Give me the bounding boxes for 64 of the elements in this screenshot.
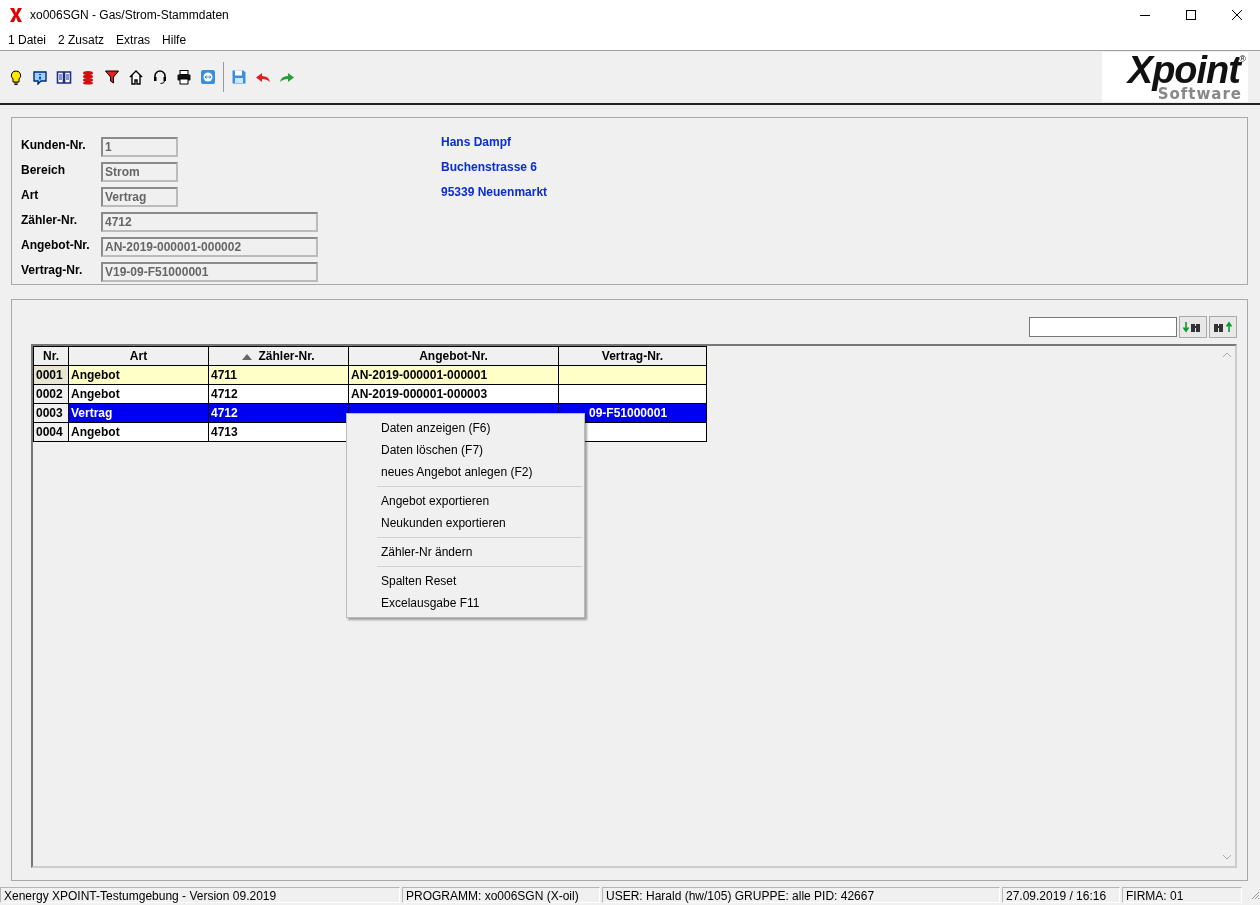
- text-field[interactable]: Strom: [101, 162, 178, 183]
- x-logo-icon: [9, 7, 23, 23]
- table-row[interactable]: 0002 Angebot 4712 AN-2019-000001-000003: [33, 384, 707, 404]
- maximize-icon: [1186, 10, 1196, 20]
- resize-grip-icon: [1250, 890, 1260, 900]
- menu-item[interactable]: neues Angebot anlegen (F2): [347, 461, 584, 483]
- menu-item[interactable]: Angebot exportieren: [347, 490, 584, 512]
- column-header[interactable]: Nr.: [33, 346, 69, 366]
- address-line: 95339 Neuenmarkt: [441, 185, 548, 201]
- table-cell: 09-F51000001: [589, 406, 668, 420]
- table-cell: AN-2019-000001-000001: [351, 368, 488, 382]
- table-cell: 4712: [211, 406, 238, 420]
- column-header[interactable]: Art: [68, 346, 209, 366]
- row-number: 0002: [36, 387, 63, 401]
- table-cell: Vertrag: [71, 406, 113, 420]
- search-field[interactable]: [1029, 317, 1177, 337]
- field-label: Zähler-Nr.: [21, 212, 78, 227]
- menu-item[interactable]: Zähler-Nr ändern: [347, 541, 584, 563]
- column-header[interactable]: Angebot-Nr.: [348, 346, 559, 366]
- status-text: FIRMA: 01: [1122, 887, 1242, 903]
- row-number: 0001: [36, 368, 63, 382]
- address-line: Hans Dampf: [441, 135, 512, 151]
- text-field[interactable]: Vertrag: [101, 187, 178, 208]
- column-header[interactable]: Zähler-Nr.: [208, 346, 349, 366]
- menu-item[interactable]: Hilfe: [156, 33, 193, 47]
- menu-item[interactable]: Neukunden exportieren: [347, 512, 584, 534]
- field-label: Angebot-Nr.: [21, 237, 91, 252]
- find-down-button[interactable]: [1179, 316, 1207, 338]
- table-cell: 4712: [211, 387, 238, 401]
- table-cell: Angebot: [71, 387, 120, 401]
- field-label: Art: [21, 188, 40, 203]
- menu-item[interactable]: Extras: [110, 33, 157, 47]
- text-field[interactable]: 4712: [101, 211, 318, 232]
- field-label: Vertrag-Nr.: [21, 262, 84, 277]
- menu-item[interactable]: 1 Datei: [2, 33, 53, 47]
- status-text: 27.09.2019 / 16:16: [1002, 887, 1120, 903]
- row-number: 0003: [36, 406, 63, 420]
- close-icon: [1232, 10, 1242, 20]
- text-field[interactable]: V19-09-F51000001: [101, 261, 318, 282]
- find-up-button[interactable]: [1209, 316, 1237, 338]
- status-text: PROGRAMM: xo006SGN (X-oil): [402, 887, 600, 903]
- binoculars-arrow-icon: [1213, 321, 1233, 333]
- menu-item[interactable]: 2 Zusatz: [52, 33, 111, 47]
- table-cell: Angebot: [71, 368, 120, 382]
- field-label: Kunden-Nr.: [21, 138, 87, 153]
- table-row[interactable]: 0001 Angebot 4711 AN-2019-000001-000001: [33, 365, 707, 385]
- status-text: USER: Harald (hw/105) GRUPPE: alle PID: 42667: [602, 887, 1000, 903]
- row-number: 0004: [36, 425, 63, 439]
- menu-item[interactable]: Excelausgabe F11: [347, 592, 584, 614]
- menu-item[interactable]: Spalten Reset: [347, 570, 584, 592]
- menu-item[interactable]: Daten löschen (F7): [347, 439, 584, 461]
- column-header[interactable]: Vertrag-Nr.: [558, 346, 707, 366]
- table-cell: 4711: [211, 368, 238, 382]
- field-label: Bereich: [21, 163, 67, 178]
- table-cell: Angebot: [71, 425, 120, 439]
- table-cell: 4713: [211, 425, 238, 439]
- table-cell: AN-2019-000001-000003: [351, 387, 488, 401]
- column-label: Zähler-Nr.: [258, 349, 315, 363]
- status-text: Xenergy XPOINT-Testumgebung - Version 09.2019: [0, 887, 400, 903]
- binoculars-arrow-icon: [1183, 321, 1203, 333]
- address-line: Buchenstrasse 6: [441, 160, 539, 176]
- window-title: xo006SGN - Gas/Strom-Stammdaten: [30, 8, 229, 22]
- text-field[interactable]: AN-2019-000001-000002: [101, 236, 318, 257]
- text-field[interactable]: 1: [101, 137, 178, 158]
